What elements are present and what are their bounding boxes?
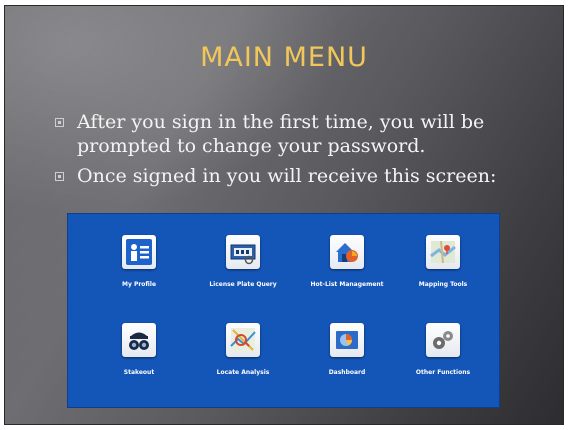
tile-label: Mapping Tools <box>418 281 468 288</box>
bullet-item: Once signed in you will receive this scr… <box>53 164 553 188</box>
map-icon <box>426 235 460 269</box>
dashboard-icon <box>330 323 364 357</box>
bullet-list: After you sign in the first time, you wi… <box>53 110 553 194</box>
license-plate-icon <box>226 235 260 269</box>
slide: MAIN MENU After you sign in the first ti… <box>4 5 564 425</box>
tile-label: License Plate Query <box>209 281 277 288</box>
stakeout-icon <box>122 323 156 357</box>
tile-label: Other Functions <box>415 369 471 376</box>
bullet-item: After you sign in the first time, you wi… <box>53 110 553 158</box>
profile-icon <box>122 235 156 269</box>
tile-label: Locate Analysis <box>216 369 270 376</box>
tile-other-functions[interactable]: Other Functions <box>393 323 493 403</box>
tile-label: My Profile <box>121 281 157 288</box>
bullet-marker-icon <box>55 118 64 127</box>
hot-list-icon <box>330 235 364 269</box>
gears-icon <box>426 323 460 357</box>
tile-my-profile[interactable]: My Profile <box>89 235 189 315</box>
tile-dashboard[interactable]: Dashboard <box>297 323 397 403</box>
bullet-text: After you sign in the first time, you wi… <box>77 111 485 157</box>
tile-stakeout[interactable]: Stakeout <box>89 323 189 403</box>
main-menu-screenshot: My Profile License Plate Query Hot-List … <box>67 213 500 408</box>
tile-mapping-tools[interactable]: Mapping Tools <box>393 235 493 315</box>
tile-label: Stakeout <box>123 369 155 376</box>
bullet-marker-icon <box>55 172 64 181</box>
tile-locate-analysis[interactable]: Locate Analysis <box>193 323 293 403</box>
tile-license-plate-query[interactable]: License Plate Query <box>193 235 293 315</box>
tile-hot-list-management[interactable]: Hot-List Management <box>297 235 397 315</box>
slide-title: MAIN MENU <box>200 42 368 73</box>
locate-analysis-icon <box>226 323 260 357</box>
bullet-text: Once signed in you will receive this scr… <box>77 165 497 187</box>
